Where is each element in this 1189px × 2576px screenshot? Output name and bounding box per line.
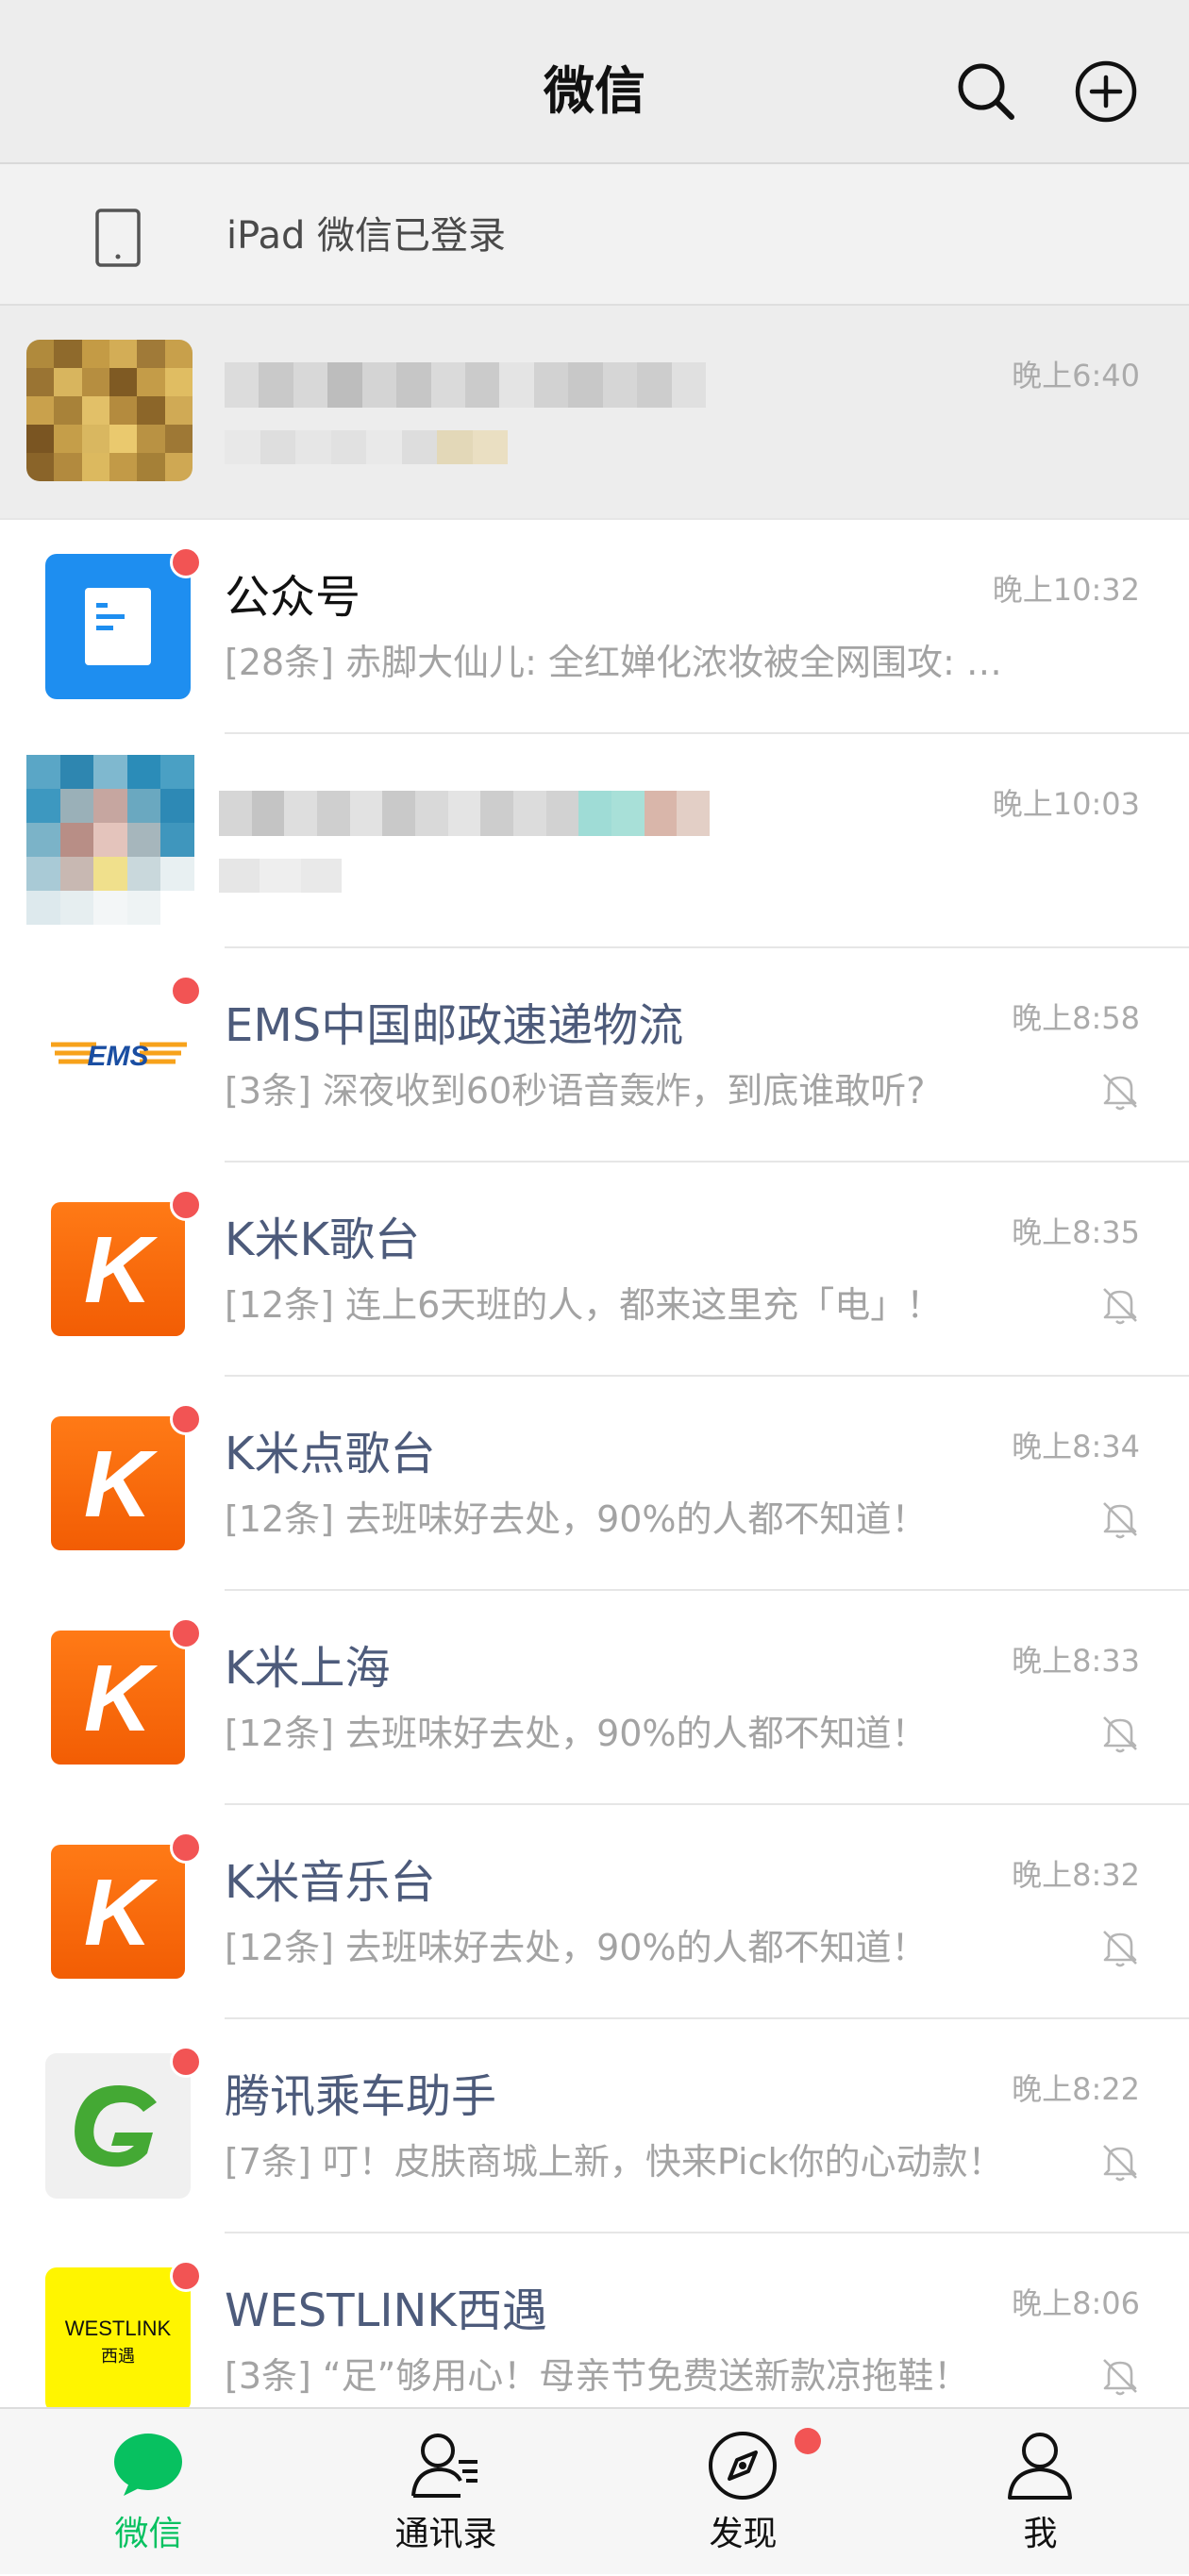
notification-dot — [795, 2428, 821, 2454]
westlink-logo: WESTLINK 西遇 — [65, 2317, 172, 2367]
chat-preview: [3条] 深夜收到60秒语音轰炸，到底谁敢听? — [225, 1070, 926, 1112]
avatar-kmi: K — [45, 1196, 191, 1342]
chat-time: 晚上10:32 — [992, 572, 1140, 608]
unread-dot — [170, 1832, 202, 1864]
top-navigation-bar: 微信 — [0, 0, 1189, 164]
chat-time: 晚上8:32 — [1012, 1857, 1140, 1893]
svg-text:西遇: 西遇 — [101, 2347, 135, 2367]
avatar-kmi: K — [45, 1411, 191, 1556]
ems-logo: EMS — [51, 1041, 187, 1072]
chat-row-blurred-contact[interactable]: 晚上10:03 — [0, 734, 1189, 948]
svg-text:K: K — [84, 1217, 159, 1323]
g-logo — [75, 2085, 157, 2167]
chat-name: K米音乐台 — [225, 1856, 436, 1909]
avatar-blurred — [26, 755, 194, 925]
tab-label: 通讯录 — [394, 2515, 497, 2553]
chat-time: 晚上10:03 — [992, 786, 1140, 822]
unread-dot — [170, 546, 202, 578]
bottom-tab-bar: 微信 通讯录 发现 我 — [0, 2407, 1189, 2574]
chat-row-kmi-diange[interactable]: K K米点歌台 [12条] 去班味好去处，90%的人都不知道！ 晚上8:34 — [0, 1377, 1189, 1591]
chat-bubble-icon — [114, 2434, 182, 2496]
chat-time: 晚上8:35 — [1012, 1214, 1140, 1250]
chat-row-kmik-karaoke[interactable]: K K米K歌台 [12条] 连上6天班的人，都来这里充「电」！ 晚上8:35 — [0, 1163, 1189, 1377]
chat-list: 晚上6:40 公众号 [28条] 赤脚大仙儿: 全红婵化浓妆被全网围攻: … 晚… — [0, 306, 1189, 2448]
chat-name: EMS中国邮政速递物流 — [225, 999, 684, 1052]
avatar-tencent-ride — [45, 2053, 191, 2199]
avatar-public-accounts — [45, 554, 191, 699]
device-login-banner[interactable]: iPad 微信已登录 — [0, 164, 1189, 306]
tablet-icon — [94, 208, 142, 268]
blurred-preview — [225, 430, 508, 464]
svg-text:WESTLINK: WESTLINK — [65, 2317, 172, 2340]
blurred-preview — [219, 859, 342, 893]
blurred-name — [219, 791, 710, 836]
contacts-icon — [411, 2434, 477, 2498]
tab-contacts[interactable]: 通讯录 — [297, 2409, 594, 2576]
unread-dot — [170, 2046, 202, 2078]
avatar-kmi: K — [45, 1625, 191, 1770]
chat-time: 晚上8:33 — [1012, 1643, 1140, 1679]
chat-preview: [12条] 去班味好去处，90%的人都不知道！ — [225, 1498, 928, 1540]
chat-time: 晚上8:22 — [1012, 2071, 1140, 2107]
search-icon[interactable] — [953, 59, 1019, 125]
chat-time: 晚上8:06 — [1012, 2285, 1140, 2321]
chat-row-public-accounts[interactable]: 公众号 [28条] 赤脚大仙儿: 全红婵化浓妆被全网围攻: … 晚上10:32 — [0, 520, 1189, 734]
chat-preview: [7条] 叮！皮肤商城上新，快来Pick你的心动款！ — [225, 2141, 1004, 2183]
avatar-westlink: WESTLINK 西遇 — [45, 2267, 191, 2413]
svg-text:K: K — [84, 1431, 159, 1537]
chat-name: 公众号 — [225, 571, 361, 624]
profile-icon — [1008, 2433, 1072, 2500]
unread-dot — [170, 1617, 202, 1649]
avatar-kmi: K — [45, 1839, 191, 1984]
avatar-ems: EMS — [45, 982, 191, 1128]
chat-name: K米上海 — [225, 1642, 391, 1695]
chat-row-pinned-contact[interactable]: 晚上6:40 — [0, 306, 1189, 520]
chat-time: 晚上8:34 — [1012, 1429, 1140, 1464]
unread-dot — [170, 975, 202, 1007]
chat-row-kmi-shanghai[interactable]: K K米上海 [12条] 去班味好去处，90%的人都不知道！ 晚上8:33 — [0, 1591, 1189, 1805]
mute-bell-icon — [1103, 1074, 1137, 1111]
chat-time: 晚上8:58 — [1012, 1000, 1140, 1036]
unread-dot — [170, 1403, 202, 1435]
chat-time: 晚上6:40 — [1012, 358, 1140, 393]
mute-bell-icon — [1103, 1716, 1137, 1753]
mute-bell-icon — [1103, 2145, 1137, 2182]
chat-row-kmi-music[interactable]: K K米音乐台 [12条] 去班味好去处，90%的人都不知道！ 晚上8:32 — [0, 1805, 1189, 2019]
tab-label: 我 — [1023, 2515, 1058, 2553]
blurred-name — [225, 362, 706, 408]
chat-name: K米点歌台 — [225, 1428, 436, 1480]
svg-text:K: K — [84, 1646, 159, 1751]
document-icon — [85, 588, 151, 665]
chat-preview: [12条] 连上6天班的人，都来这里充「电」！ — [225, 1284, 943, 1326]
chat-preview: [28条] 赤脚大仙儿: 全红婵化浓妆被全网围攻: … — [225, 642, 1002, 683]
svg-text:K: K — [84, 1860, 159, 1965]
chat-name: K米K歌台 — [225, 1213, 420, 1266]
unread-dot — [170, 2260, 202, 2292]
tab-chats[interactable]: 微信 — [0, 2409, 297, 2576]
mute-bell-icon — [1103, 1502, 1137, 1539]
tab-label: 微信 — [114, 2515, 183, 2553]
chat-preview: [12条] 去班味好去处，90%的人都不知道！ — [225, 1713, 928, 1754]
chat-name: 腾讯乘车助手 — [225, 2070, 497, 2123]
mute-bell-icon — [1103, 1931, 1137, 1967]
chat-preview: [3条] “足”够用心！母亲节免费送新款凉拖鞋！ — [225, 2355, 970, 2397]
device-login-text: iPad 微信已登录 — [226, 214, 507, 258]
chat-preview: [12条] 去班味好去处，90%的人都不知道！ — [225, 1927, 928, 1968]
tab-me[interactable]: 我 — [892, 2409, 1189, 2576]
add-circle-icon[interactable] — [1073, 59, 1139, 125]
compass-icon — [709, 2432, 777, 2500]
chat-row-ems[interactable]: EMS EMS中国邮政速递物流 [3条] 深夜收到60秒语音轰炸，到底谁敢听? … — [0, 948, 1189, 1163]
mute-bell-icon — [1103, 1288, 1137, 1325]
avatar-blurred — [26, 340, 193, 481]
tab-discover[interactable]: 发现 — [594, 2409, 892, 2576]
mute-bell-icon — [1103, 2359, 1137, 2396]
chat-row-tencent-ride[interactable]: 腾讯乘车助手 [7条] 叮！皮肤商城上新，快来Pick你的心动款！ 晚上8:22 — [0, 2019, 1189, 2233]
tab-label: 发现 — [709, 2515, 778, 2553]
unread-dot — [170, 1189, 202, 1221]
svg-text:EMS: EMS — [87, 1041, 148, 1072]
chat-name: WESTLINK西遇 — [225, 2284, 547, 2337]
